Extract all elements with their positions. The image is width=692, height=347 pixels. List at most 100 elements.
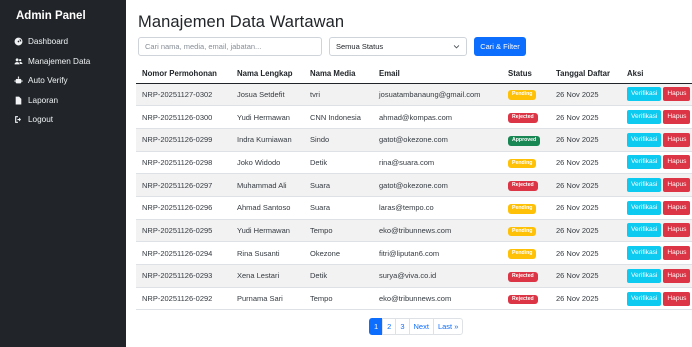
email-cell: eko@tribunnews.com bbox=[373, 287, 502, 311]
robot-icon bbox=[13, 76, 23, 86]
table-header-row: Nomor Permohonan Nama Lengkap Nama Media… bbox=[136, 64, 692, 84]
table-row: NRP-20251127-0302 Josua Setdefit tvri josua… bbox=[136, 83, 692, 107]
page-3-button[interactable]: 3 bbox=[395, 318, 410, 335]
delete-button[interactable]: Hapus bbox=[663, 132, 691, 147]
email-cell: laras@tempo.co bbox=[373, 196, 502, 220]
search-input[interactable] bbox=[138, 37, 322, 56]
delete-button[interactable]: Hapus bbox=[663, 291, 691, 306]
tanggal-cell: 26 Nov 2025 bbox=[550, 173, 621, 197]
verify-button[interactable]: Verifikasi bbox=[627, 200, 662, 215]
nama-cell: Ahmad Santoso bbox=[231, 196, 304, 220]
tanggal-cell: 26 Nov 2025 bbox=[550, 287, 621, 311]
email-cell: eko@tribunnews.com bbox=[373, 219, 502, 243]
sidebar-item-laporan[interactable]: Laporan bbox=[0, 91, 126, 111]
email-cell: gatot@okezone.com bbox=[373, 173, 502, 197]
delete-button[interactable]: Hapus bbox=[663, 223, 691, 238]
status-badge: Pending bbox=[508, 226, 537, 237]
gauge-icon bbox=[13, 37, 23, 47]
nomor-cell: NRP-20251126-0295 bbox=[136, 219, 231, 243]
verify-button[interactable]: Verifikasi bbox=[627, 132, 662, 147]
delete-button[interactable]: Hapus bbox=[663, 155, 691, 170]
delete-button[interactable]: Hapus bbox=[663, 246, 691, 261]
next-page-button[interactable]: Next bbox=[408, 318, 434, 335]
delete-button[interactable]: Hapus bbox=[663, 268, 691, 283]
sidebar-item-auto-verify[interactable]: Auto Verify bbox=[0, 71, 126, 91]
verify-button[interactable]: Verifikasi bbox=[627, 291, 662, 306]
verify-button[interactable]: Verifikasi bbox=[627, 110, 662, 125]
email-cell: rina@suara.com bbox=[373, 151, 502, 175]
verify-button[interactable]: Verifikasi bbox=[627, 223, 662, 238]
actions-cell: Verifikasi Hapus bbox=[621, 264, 692, 288]
nomor-cell: NRP-20251126-0300 bbox=[136, 105, 231, 129]
status-cell: Pending bbox=[502, 219, 550, 243]
nama-cell: Rina Susanti bbox=[231, 241, 304, 265]
media-cell: Detik bbox=[304, 151, 373, 175]
last-page-button[interactable]: Last » bbox=[432, 318, 464, 335]
status-cell: Pending bbox=[502, 83, 550, 107]
nama-cell: Josua Setdefit bbox=[231, 83, 304, 107]
status-select[interactable]: Semua Status bbox=[329, 37, 467, 56]
actions-cell: Verifikasi Hapus bbox=[621, 219, 692, 243]
media-cell: Detik bbox=[304, 264, 373, 288]
status-select-value: Semua Status bbox=[336, 42, 384, 51]
verify-button[interactable]: Verifikasi bbox=[627, 178, 662, 193]
actions-cell: Verifikasi Hapus bbox=[621, 196, 692, 220]
status-cell: Rejected bbox=[502, 264, 550, 288]
status-badge: Rejected bbox=[508, 113, 538, 123]
nama-cell: Purnama Sari bbox=[231, 287, 304, 311]
delete-button[interactable]: Hapus bbox=[663, 200, 691, 215]
actions-cell: Verifikasi Hapus bbox=[621, 241, 692, 265]
delete-button[interactable]: Hapus bbox=[663, 87, 691, 102]
media-cell: Tempo bbox=[304, 287, 373, 311]
tanggal-cell: 26 Nov 2025 bbox=[550, 264, 621, 288]
verify-button[interactable]: Verifikasi bbox=[627, 246, 662, 261]
page-1-button[interactable]: 1 bbox=[369, 318, 384, 335]
status-badge: Pending bbox=[508, 249, 537, 260]
nomor-cell: NRP-20251126-0296 bbox=[136, 196, 231, 220]
actions-cell: Verifikasi Hapus bbox=[621, 83, 692, 107]
status-cell: Rejected bbox=[502, 105, 550, 129]
table-row: NRP-20251126-0296 Ahmad Santoso Suara laras… bbox=[136, 196, 692, 220]
nomor-cell: NRP-20251126-0298 bbox=[136, 151, 231, 175]
verify-button[interactable]: Verifikasi bbox=[627, 268, 662, 283]
delete-button[interactable]: Hapus bbox=[663, 110, 691, 125]
verify-button[interactable]: Verifikasi bbox=[627, 87, 662, 102]
data-table: Nomor Permohonan Nama Lengkap Nama Media… bbox=[136, 64, 692, 311]
email-cell: surya@viva.co.id bbox=[373, 264, 502, 288]
status-cell: Rejected bbox=[502, 287, 550, 311]
nomor-cell: NRP-20251126-0292 bbox=[136, 287, 231, 311]
status-cell: Pending bbox=[502, 196, 550, 220]
status-badge: Pending bbox=[508, 90, 537, 101]
page-2-button[interactable]: 2 bbox=[382, 318, 397, 335]
status-cell: Pending bbox=[502, 241, 550, 265]
delete-button[interactable]: Hapus bbox=[663, 178, 691, 193]
status-cell: Pending bbox=[502, 151, 550, 175]
sidebar-item-dashboard[interactable]: Dashboard bbox=[0, 32, 126, 52]
pagination: 1 2 3 Next Last » bbox=[369, 318, 464, 335]
main-content: Manajemen Data Wartawan Semua Status Car… bbox=[126, 0, 692, 347]
column-header: Aksi bbox=[621, 64, 692, 84]
media-cell: Sindo bbox=[304, 128, 373, 152]
sidebar-item-label: Auto Verify bbox=[28, 76, 68, 86]
tanggal-cell: 26 Nov 2025 bbox=[550, 219, 621, 243]
sidebar-item-label: Logout bbox=[28, 115, 54, 125]
sidebar-item-logout[interactable]: Logout bbox=[0, 110, 126, 130]
logout-icon bbox=[13, 115, 23, 125]
media-cell: CNN Indonesia bbox=[304, 105, 373, 129]
nama-cell: Indra Kurniawan bbox=[231, 128, 304, 152]
actions-cell: Verifikasi Hapus bbox=[621, 173, 692, 197]
nama-cell: Yudi Hermawan bbox=[231, 219, 304, 243]
tanggal-cell: 26 Nov 2025 bbox=[550, 128, 621, 152]
filter-button[interactable]: Cari & Filter bbox=[474, 37, 526, 56]
file-icon bbox=[13, 95, 23, 105]
nama-cell: Yudi Hermawan bbox=[231, 105, 304, 129]
nomor-cell: NRP-20251126-0294 bbox=[136, 241, 231, 265]
actions-cell: Verifikasi Hapus bbox=[621, 105, 692, 129]
nama-cell: Xena Lestari bbox=[231, 264, 304, 288]
verify-button[interactable]: Verifikasi bbox=[627, 155, 662, 170]
status-cell: Rejected bbox=[502, 173, 550, 197]
status-badge: Rejected bbox=[508, 294, 538, 305]
media-cell: Suara bbox=[304, 173, 373, 197]
sidebar-item-manajemen-data[interactable]: Manajemen Data bbox=[0, 52, 126, 72]
table-row: NRP-20251126-0294 Rina Susanti Okezone fitr… bbox=[136, 241, 692, 265]
